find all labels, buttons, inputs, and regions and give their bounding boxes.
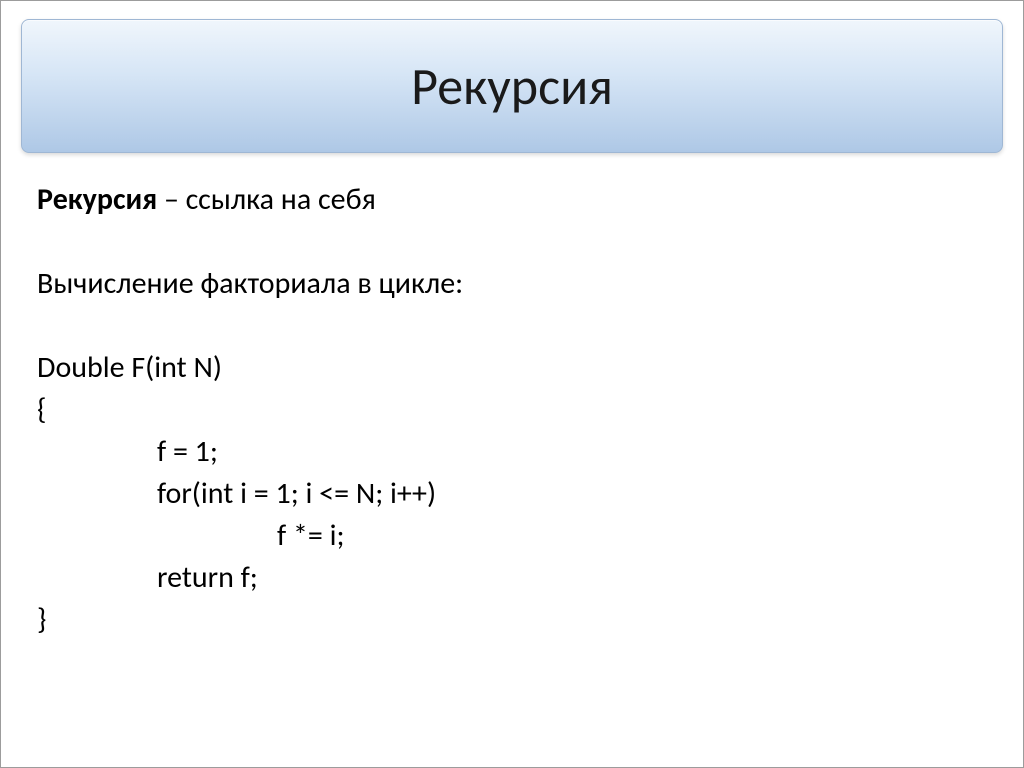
slide-title: Рекурсия bbox=[411, 54, 613, 118]
blank-line bbox=[37, 305, 987, 347]
code-line: for(int i = 1; i <= N; i++) bbox=[37, 473, 987, 515]
subheader: Вычисление факториала в цикле: bbox=[37, 263, 987, 305]
blank-line bbox=[37, 221, 987, 263]
code-line: f = 1; bbox=[37, 431, 987, 473]
definition-term: Рекурсия bbox=[37, 181, 157, 218]
code-brace-close: } bbox=[37, 599, 987, 641]
definition-line: Рекурсия – ссылка на себя bbox=[37, 179, 987, 221]
slide-body: Рекурсия – ссылка на себя Вычисление фак… bbox=[37, 179, 987, 641]
code-line: return f; bbox=[37, 557, 987, 599]
code-brace-open: { bbox=[37, 389, 987, 431]
slide-title-box: Рекурсия bbox=[21, 19, 1003, 153]
slide: Рекурсия Рекурсия – ссылка на себя Вычис… bbox=[0, 0, 1024, 768]
code-signature: Double F(int N) bbox=[37, 347, 987, 389]
definition-tail: – ссылка на себя bbox=[157, 181, 376, 218]
code-line: f *= i; bbox=[37, 515, 987, 557]
